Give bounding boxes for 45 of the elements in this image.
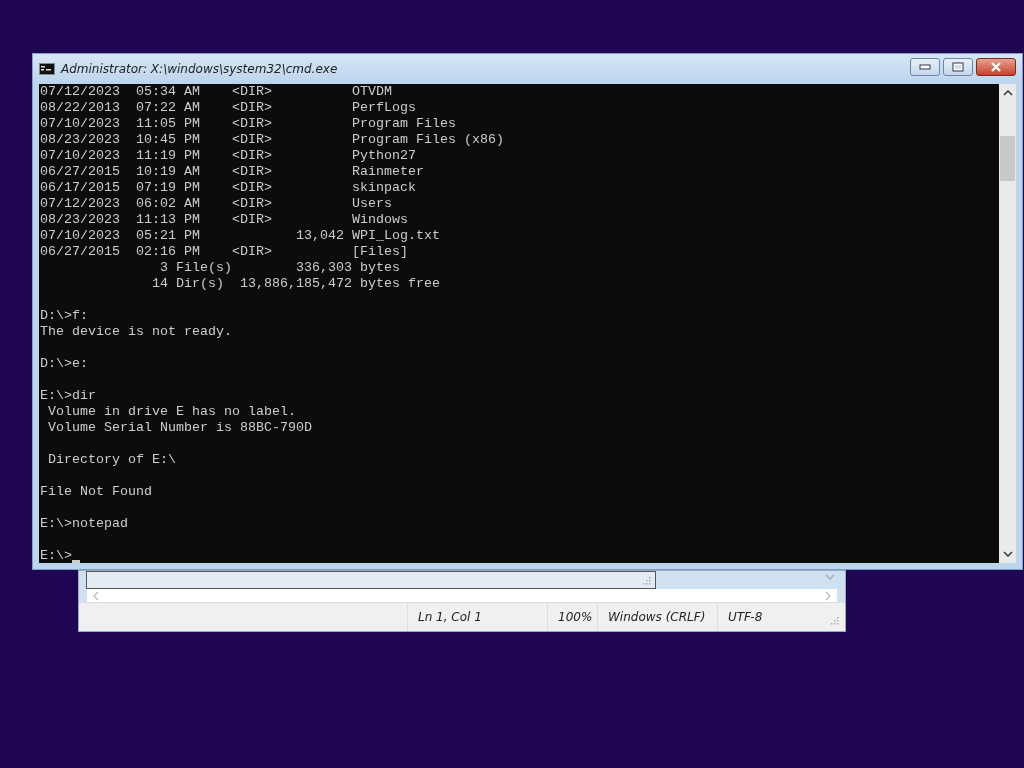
console-line: 14 Dir(s) 13,886,185,472 bytes free [150,276,440,292]
console-line: E:\>notepad [40,516,128,532]
console-line: 07/12/2023 06:02 AM <DIR> Users [40,196,392,212]
console-line: 08/23/2023 10:45 PM <DIR> Program Files (x86) [40,132,504,148]
scroll-right-icon[interactable] [825,591,831,601]
horizontal-scrollbar[interactable] [87,589,837,603]
console-line: The device is not ready. [40,324,232,340]
console-line: 07/10/2023 11:05 PM <DIR> Program Files [40,116,456,132]
vertical-scrollbar[interactable] [999,84,1016,563]
console-line: 3 File(s) 336,303 bytes [158,260,400,276]
console-line: 08/22/2013 07:22 AM <DIR> PerfLogs [40,100,416,116]
maximize-icon [952,62,964,72]
close-button[interactable] [976,58,1016,76]
console-line: File Not Found [40,484,152,500]
console-line: 07/12/2023 05:34 AM <DIR> OTVDM [40,84,392,100]
status-text: Windows (CRLF) [597,603,717,631]
resize-grip-icon [831,617,839,625]
console-icon [39,63,55,75]
text-cursor [72,560,80,563]
minimize-icon [919,62,931,72]
console-line: 07/10/2023 11:19 PM <DIR> Python27 [40,148,416,164]
console-line: 06/27/2015 02:16 PM <DIR> [Files] [40,244,408,260]
maximize-button[interactable] [943,58,973,76]
status-text: 100% [547,603,597,631]
close-icon [990,62,1002,72]
console-line: 07/10/2023 05:21 PM 13,042 WPI_Log.txt [40,228,440,244]
scroll-up-icon[interactable] [1002,90,1013,96]
status-text: Ln 1, Col 1 [407,603,547,631]
scrollbar-thumb[interactable] [1000,136,1015,181]
console-line: Volume in drive E has no label. [47,404,296,420]
minimize-button[interactable] [910,58,940,76]
window-title: Administrator: X:\windows\system32\cmd.exe [61,62,338,76]
console-line: 06/27/2015 10:19 AM <DIR> Rainmeter [40,164,424,180]
resize-grip-icon [643,577,651,585]
console-line: Volume Serial Number is 88BC-790D [47,420,312,436]
scroll-left-icon[interactable] [93,591,99,601]
console-line: 06/17/2015 07:19 PM <DIR> skinpack [40,180,416,196]
console-line: E:\>dir [40,388,96,404]
console-line: Directory of E:\ [47,452,176,468]
console-line: E:\> [40,548,72,563]
status-text: UTF-8 [717,603,827,631]
scroll-down-icon[interactable] [1002,551,1013,557]
console-line: D:\>e: [40,356,88,372]
console-line: 08/23/2023 11:13 PM <DIR> Windows [40,212,408,228]
console-line: D:\>f: [40,308,88,324]
